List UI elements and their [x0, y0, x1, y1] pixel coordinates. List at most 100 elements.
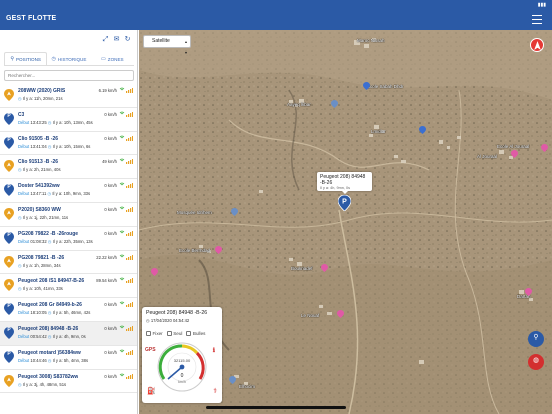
- vehicle-list-item[interactable]: Clio 91513 -B -26 ◷ Il y a: 2h, 21mn, 40s…: [0, 155, 137, 180]
- sidebar-tabs: ⚲ POSITIONS ◷ HISTORIQUE ▭ ZONES: [4, 52, 134, 66]
- parking-pin-icon: P: [4, 350, 14, 363]
- poi-pin-icon[interactable]: [229, 376, 236, 384]
- clock-icon: ◷: [18, 381, 22, 387]
- vehicle-speed: 0 km/h: [104, 230, 117, 236]
- vehicle-detail-panel: Peugeot 208) 84948 -B-26 ◷ 17/04/2020 04…: [142, 307, 222, 403]
- vehicle-list-item[interactable]: P Clio 91505 -B -26 Début 13:41:04 ◷ Il y …: [0, 132, 137, 156]
- signal-icon: [119, 373, 133, 379]
- checkbox[interactable]: [186, 331, 192, 336]
- poi-pin-icon[interactable]: [215, 246, 222, 254]
- vehicle-name: PG208 79821 -B -26: [18, 254, 65, 261]
- signal-icon: [119, 301, 133, 308]
- vehicle-sub: Début 00:54:42 ◷ Il y a: 4h, 9mn, 0s: [18, 334, 86, 339]
- poi-pin-icon[interactable]: [231, 208, 238, 216]
- chat-icon[interactable]: ✉: [113, 36, 120, 43]
- checkbox[interactable]: [166, 331, 172, 336]
- map-label: Maroc Nissah: [357, 38, 385, 43]
- vehicle-popup[interactable]: Peugeot 208) 84948 -B-26 Il y a: 4h, 9mn…: [317, 172, 372, 194]
- sidebar: ⤢ ✉ ↻ ⚲ POSITIONS ◷ HISTORIQUE ▭ ZONES 2…: [0, 30, 138, 414]
- sidebar-toolbar: ⤢ ✉ ↻: [102, 36, 131, 43]
- map-type-button[interactable]: ◍: [528, 354, 544, 370]
- map-label: Ecole Berrhdad: [179, 248, 211, 253]
- moving-pin-icon: [4, 374, 14, 387]
- map-view[interactable]: Satellite ▴ ▾ Maroc Nissah Ecole Sabah Dh…: [139, 30, 552, 414]
- start-time: 01:08:32: [30, 238, 47, 244]
- vehicle-speed: 49 km/h: [102, 159, 117, 165]
- option-fixer[interactable]: Fixer: [146, 331, 163, 336]
- location-button[interactable]: ⚲: [528, 331, 544, 347]
- since-text: Il y a: 10h, 13mn, 45s: [52, 119, 93, 125]
- vehicle-sub: ◷ Il y a: 1h, 28mn, 34s: [18, 263, 61, 268]
- poi-pin-icon[interactable]: [331, 100, 338, 108]
- poi-pin-icon[interactable]: [321, 264, 328, 272]
- hamburger-menu-icon[interactable]: [532, 15, 542, 24]
- signal-icon: [119, 182, 133, 189]
- poi-pin-icon[interactable]: [363, 82, 370, 90]
- vehicle-speed: 89.54 km/h: [96, 278, 117, 284]
- checkbox[interactable]: [146, 331, 151, 336]
- vehicle-name: Peugeot motard )56384ww: [18, 349, 81, 356]
- panel-options: Fixer Seul Bulles: [146, 331, 205, 336]
- battery-icon: ▮▮▮: [537, 2, 546, 8]
- vehicle-speed: 22.22 km/h: [96, 254, 117, 260]
- vehicle-list-item[interactable]: P2020) S8360 WW ◷ Il y a: 1j, 22h, 21mn, …: [0, 203, 137, 227]
- poi-pin-icon[interactable]: [541, 144, 548, 152]
- signal-icon: [119, 349, 133, 355]
- signal-icon: [119, 230, 133, 236]
- odometer-value: 32115.00: [174, 358, 191, 363]
- vehicle-list-item[interactable]: P Doster 541392ww Début 13:47:11 ◷ Il y a:…: [0, 179, 137, 203]
- parking-pin-icon: P: [4, 302, 14, 316]
- clock-icon: ◷: [47, 357, 52, 363]
- clock-icon: ◷: [18, 286, 22, 292]
- since-text: Il y a: 10h, 9mn, 33s: [52, 191, 91, 197]
- zones-icon: ▭: [101, 56, 106, 62]
- search-input[interactable]: [4, 70, 134, 81]
- vehicle-list-item[interactable]: P C3 Début 13:43:25 ◷ Il y a: 10h, 13mn, 4…: [0, 108, 137, 132]
- since-text: Il y a: 22h, 35mn, 13s: [52, 238, 93, 244]
- vehicle-sub: ◷ Il y a: 11h, 20mn, 21s: [18, 96, 63, 101]
- option-bulles[interactable]: Bulles: [186, 331, 205, 336]
- signal-icon: [119, 135, 133, 141]
- status-bar: ▮▮▮: [0, 0, 552, 10]
- map-layer-select[interactable]: Satellite ▴ ▾: [143, 35, 191, 55]
- compass-icon[interactable]: [530, 38, 544, 52]
- vehicle-speed: 0 km/h: [104, 349, 117, 355]
- clock-icon: ◷: [47, 238, 52, 244]
- vehicle-list-item[interactable]: P PG208 79822 -B -26rouge Début 01:08:32 ◷…: [0, 227, 137, 251]
- clock-icon: ◷: [18, 96, 22, 101]
- tab-zones[interactable]: ▭ ZONES: [91, 52, 134, 65]
- vehicle-name: Doster 541392ww: [18, 183, 60, 190]
- vehicle-marker-icon[interactable]: P: [338, 195, 351, 211]
- vehicle-list-item[interactable]: P Peugeot 208 Gr 84949-b-26 Début 18:10:05…: [0, 298, 137, 322]
- vehicle-list-item[interactable]: Peugeot 3008) S83782ww ◷ Il y a: 3j, 4h, …: [0, 370, 137, 394]
- since-text: Il y a: 5h, 46mn, 42s: [52, 310, 91, 316]
- vehicle-sub: ◷ Il y a: 2h, 21mn, 40s: [18, 167, 61, 172]
- poi-pin-icon[interactable]: [151, 268, 158, 276]
- poi-pin-icon[interactable]: [525, 288, 532, 296]
- signal-icon: [119, 325, 133, 331]
- panel-datetime: ◷ 17/04/2020 04:54:42: [146, 318, 189, 323]
- info-icon[interactable]: ℹ: [213, 347, 215, 354]
- refresh-icon[interactable]: ↻: [124, 36, 131, 43]
- expand-icon[interactable]: ⤢: [102, 36, 109, 43]
- vehicle-list-item[interactable]: 208WW (2020) GRIS ◷ Il y a: 11h, 20mn, 21…: [0, 84, 137, 108]
- parking-pin-icon: P: [4, 112, 14, 125]
- app-title: GEST FLOTTE: [6, 15, 57, 22]
- since-text: Il y a: 11h, 20mn, 21s: [22, 96, 63, 101]
- poi-pin-icon[interactable]: [419, 126, 426, 134]
- option-label: Seul: [173, 331, 183, 336]
- vehicle-list-item[interactable]: Peugeot 208 /S1 84947-B-26 ◷ Il y a: 10h,…: [0, 274, 137, 299]
- vehicle-speed: 0 km/h: [104, 135, 117, 141]
- tab-historique[interactable]: ◷ HISTORIQUE: [47, 52, 90, 65]
- map-label: Lmidiar: [371, 129, 386, 134]
- speed-value: 0: [181, 373, 184, 379]
- vehicle-list: 208WW (2020) GRIS ◷ Il y a: 11h, 20mn, 21…: [0, 84, 137, 394]
- vehicle-list-item[interactable]: P Peugeot 208) 84948 -B-26 Début 00:54:42 …: [0, 321, 137, 346]
- tab-positions[interactable]: ⚲ POSITIONS: [4, 52, 48, 65]
- vehicle-sub: ◷ Il y a: 1j, 22h, 21mn, 11s: [18, 215, 68, 220]
- poi-pin-icon[interactable]: [511, 150, 518, 158]
- poi-pin-icon[interactable]: [337, 310, 344, 318]
- vehicle-list-item[interactable]: PG208 79821 -B -26 ◷ Il y a: 1h, 28mn, 34…: [0, 251, 137, 275]
- vehicle-list-item[interactable]: P Peugeot motard )56384ww Début 10:44:46 ◷…: [0, 346, 137, 370]
- option-seul[interactable]: Seul: [166, 331, 183, 336]
